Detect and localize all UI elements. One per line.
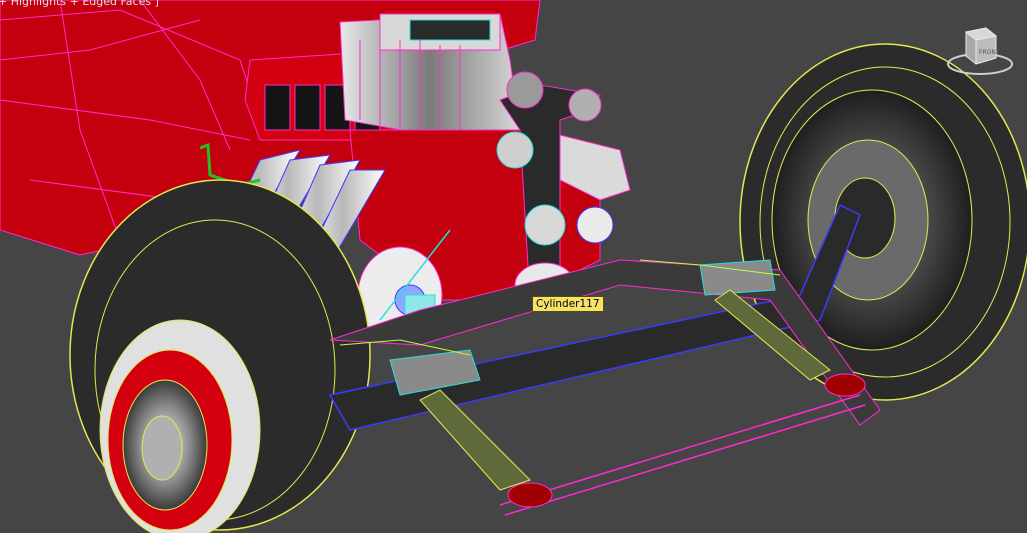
viewcube-face-label: FRONT (979, 49, 1000, 56)
3d-scene[interactable] (0, 0, 1027, 533)
object-name-tooltip: Cylinder117 (532, 296, 604, 312)
perspective-viewport[interactable]: + Highlights + Edged Faces ] Cylinder117… (0, 0, 1027, 533)
left-wheel[interactable] (69, 179, 371, 533)
tie-rod[interactable] (499, 373, 866, 516)
supercharger-blower[interactable] (339, 13, 521, 136)
viewport-label[interactable]: + Highlights + Edged Faces ] (0, 0, 159, 8)
viewcube-icon[interactable]: FRONT (944, 22, 1016, 78)
